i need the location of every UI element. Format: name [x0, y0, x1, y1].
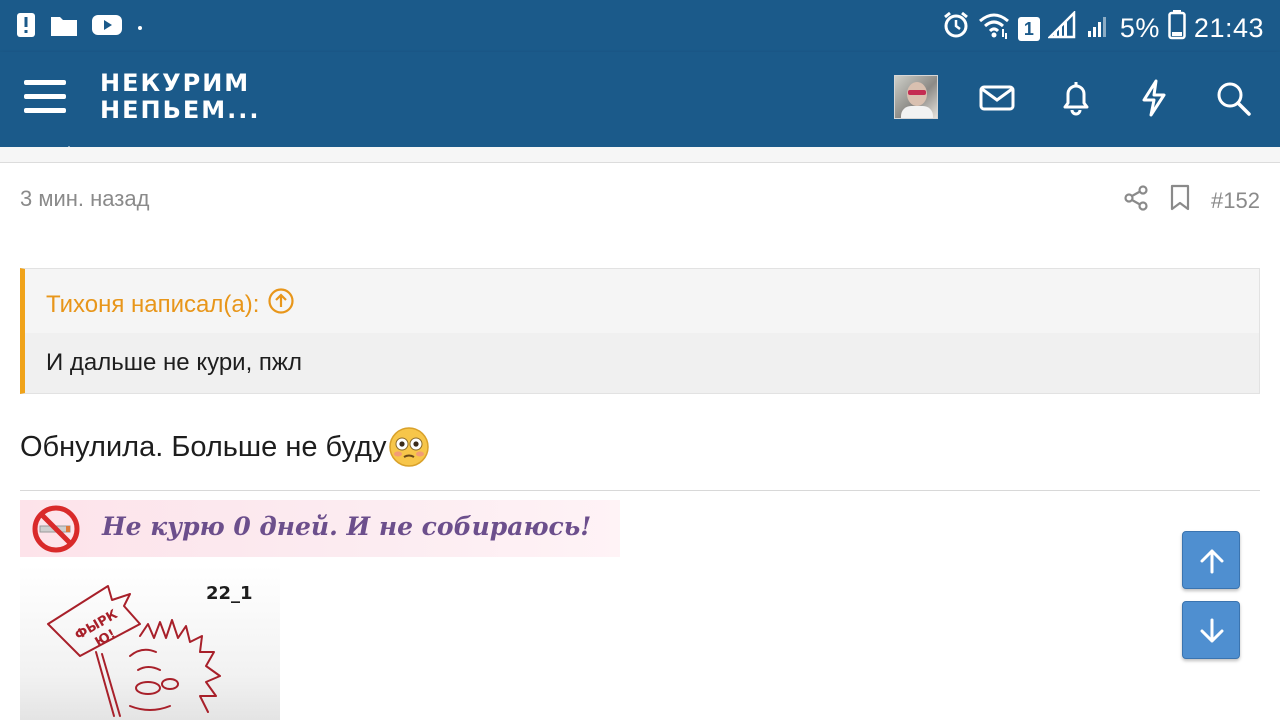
mail-icon[interactable]: [977, 78, 1017, 118]
alarm-icon: [942, 11, 970, 46]
youtube-icon: [92, 14, 122, 41]
signature-divider: [20, 490, 1260, 491]
flushed-face-emoji-icon: [388, 426, 430, 468]
quote-author-text: Тихоня написал(а):: [46, 290, 260, 318]
bookmark-icon[interactable]: [1169, 184, 1191, 217]
logo-line-2: НЕПЬЕМ...: [100, 96, 261, 124]
scroll-bottom-button[interactable]: [1182, 601, 1240, 659]
clock: 21:43: [1193, 13, 1264, 43]
quote-text: И дальше не кури, пжл: [46, 349, 302, 376]
signal-1-icon: [1046, 9, 1078, 46]
battery-percent: 5%: [1119, 13, 1160, 43]
wifi-icon: [978, 11, 1010, 46]
no-smoking-icon: [30, 503, 82, 555]
signature-counter-text: Не курю 0 дней. И не собираюсь!: [102, 512, 592, 541]
quote-author[interactable]: Тихоня написал(а):: [46, 287, 295, 322]
hedgehog-drawing: ФЫРК Ю!: [47, 585, 221, 717]
quote-body: И дальше не кури, пжл: [25, 333, 1259, 393]
avatar[interactable]: [894, 75, 938, 119]
post-number[interactable]: #152: [1211, 188, 1260, 214]
app-header: НЕКУРИМ НЕПЬЕМ...: [0, 52, 1280, 147]
folder-icon: [50, 13, 78, 42]
share-icon[interactable]: [1123, 184, 1149, 217]
alert-notification-icon: [16, 12, 36, 43]
submenu-strip: [0, 147, 1280, 163]
sim-badge: 1: [1017, 16, 1040, 41]
menu-caret: [55, 146, 83, 160]
status-bar: 1 5% 21:43: [0, 0, 1280, 52]
post-message-text: Обнулила. Больше не буду: [20, 430, 387, 463]
scroll-top-button[interactable]: [1182, 531, 1240, 589]
menu-icon[interactable]: [24, 78, 66, 116]
signature-image[interactable]: 22_1 ФЫРК Ю!: [20, 566, 280, 720]
post-message: Обнулила. Больше не буду: [20, 426, 430, 468]
arrow-up-circle-icon[interactable]: [267, 287, 295, 322]
status-bar-system: 1 5% 21:43: [942, 9, 1264, 47]
logo-line-1: НЕКУРИМ: [100, 69, 251, 97]
quote-block: Тихоня написал(а): И дальше не кури, пжл: [20, 268, 1260, 394]
post-time[interactable]: 3 мин. назад: [20, 186, 149, 212]
signature-banner[interactable]: Не курю 0 дней. И не собираюсь!: [20, 500, 620, 557]
post-actions: #152: [1123, 184, 1260, 217]
status-bar-notifications: [16, 12, 144, 43]
site-logo[interactable]: НЕКУРИМ НЕПЬЕМ...: [100, 70, 261, 124]
search-icon[interactable]: [1213, 78, 1253, 118]
lightning-icon[interactable]: [1134, 78, 1174, 118]
dot-icon: [136, 19, 144, 37]
bell-icon[interactable]: [1056, 78, 1096, 118]
battery-icon: [1168, 10, 1186, 47]
signal-2-icon: [1086, 11, 1112, 46]
